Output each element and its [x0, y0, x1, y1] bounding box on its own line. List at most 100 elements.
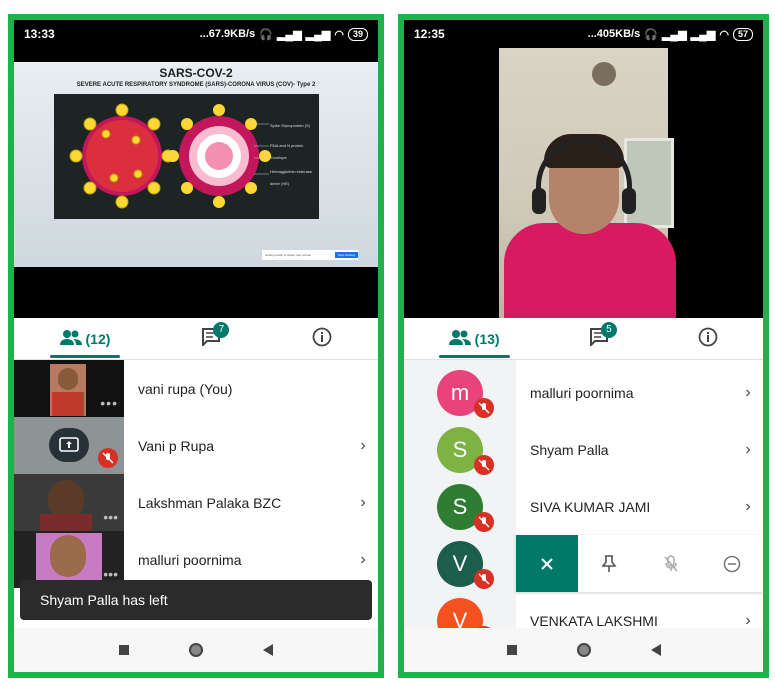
tab-info[interactable] — [688, 318, 728, 360]
signal-icon: ▂▄▆ — [276, 28, 302, 41]
back-icon[interactable] — [650, 644, 661, 656]
chat-badge: 5 — [600, 321, 617, 338]
virus-cross-section-icon — [167, 104, 271, 208]
chat-badge: 7 — [213, 321, 230, 338]
participant-row[interactable]: ••• Lakshman Palaka BZC › — [14, 474, 378, 531]
tab-people[interactable]: (12) — [49, 318, 121, 360]
left-screenshot-frame: 13:33 ...67.9KB/s 🎧 ▂▄▆ ▂▄▆ ◠ 39 SARS-CO… — [8, 14, 384, 678]
present-screen-icon — [49, 428, 89, 462]
chevron-right-icon[interactable]: › — [733, 384, 763, 402]
speaker-video[interactable] — [404, 48, 763, 318]
participant-video-thumb: ••• — [14, 474, 124, 531]
participant-row[interactable]: ••• vani rupa (You) — [14, 360, 378, 417]
virus-image: Spike Glycoprotein (S) RNA and N protein… — [54, 94, 319, 219]
signal-icon-2: ▂▄▆ — [305, 28, 331, 41]
people-icon — [59, 329, 82, 348]
participant-actions-bar — [516, 535, 763, 592]
slide-title: SARS-COV-2 — [159, 66, 233, 80]
status-bar: 12:35 ...405KB/s 🎧 ▂▄▆ ▂▄▆ ◠ 57 — [404, 20, 763, 48]
mute-button[interactable] — [640, 554, 702, 573]
pin-button[interactable] — [578, 554, 640, 573]
battery-icon: 57 — [732, 27, 753, 41]
status-icons: ...405KB/s 🎧 ▂▄▆ ▂▄▆ ◠ 57 — [587, 27, 753, 41]
participant-row[interactable]: S Shyam Palla › — [404, 421, 763, 478]
chevron-right-icon[interactable]: › — [733, 441, 763, 459]
participant-name: Shyam Palla — [530, 441, 609, 458]
android-nav-bar — [404, 628, 763, 672]
home-icon[interactable] — [576, 643, 591, 657]
participant-row[interactable]: S SIVA KUMAR JAMI › — [404, 478, 763, 535]
avatar: V — [437, 597, 483, 628]
close-icon — [541, 557, 553, 570]
remove-button[interactable] — [701, 555, 763, 573]
participant-name: SIVA KUMAR JAMI — [530, 498, 651, 515]
mic-off-icon — [98, 448, 118, 468]
slide-label: Hemagglutinin esterase dimer (HE) — [270, 169, 313, 186]
slide-label: Envelope — [270, 155, 287, 160]
mic-off-icon — [663, 554, 678, 571]
speaker-body — [504, 223, 676, 318]
left-phone-screen: 13:33 ...67.9KB/s 🎧 ▂▄▆ ▂▄▆ ◠ 39 SARS-CO… — [14, 20, 378, 672]
right-screenshot-frame: 12:35 ...405KB/s 🎧 ▂▄▆ ▂▄▆ ◠ 57 (13) 5 m… — [398, 14, 769, 678]
mic-off-icon — [474, 398, 494, 418]
remove-circle-icon — [723, 555, 741, 572]
participant-name: vani rupa (You) — [138, 380, 233, 397]
participant-row[interactable]: V VENKATA LAKSHMI › — [404, 592, 763, 628]
slide-label: RNA and N protein — [270, 143, 304, 148]
signal-icon-2: ▂▄▆ — [690, 28, 716, 41]
mic-off-icon — [474, 512, 494, 532]
slide-subtitle: SEVERE ACUTE RESPIRATORY SYNDROME (SARS)… — [76, 82, 316, 88]
info-icon — [312, 327, 332, 350]
info-icon — [698, 327, 718, 350]
battery-icon: 39 — [347, 27, 368, 41]
chevron-right-icon[interactable]: › — [348, 494, 378, 512]
right-phone-screen: 12:35 ...405KB/s 🎧 ▂▄▆ ▂▄▆ ◠ 57 (13) 5 m… — [404, 20, 763, 672]
android-nav-bar — [14, 628, 378, 672]
network-speed: ...405KB/s — [587, 28, 641, 40]
participant-list: m malluri poornima › S Shyam Palla › S S… — [404, 360, 763, 628]
more-options-icon[interactable]: ••• — [100, 395, 118, 411]
signal-icon: ▂▄▆ — [661, 28, 687, 41]
mic-off-icon — [474, 455, 494, 475]
participant-name: malluri poornima — [530, 384, 634, 401]
back-icon[interactable] — [263, 644, 273, 656]
share-notice-text: Getting ready to share your screen — [265, 253, 312, 257]
stop-sharing-button[interactable]: Stop sharing — [335, 252, 358, 258]
tab-people[interactable]: (13) — [438, 318, 510, 360]
tab-chat[interactable]: 5 — [579, 318, 619, 360]
participant-row[interactable]: m malluri poornima › — [404, 364, 763, 421]
virus-left-icon — [69, 103, 175, 209]
tab-info[interactable] — [302, 318, 342, 360]
people-count: (12) — [85, 330, 111, 347]
participant-name: Lakshman Palaka BZC — [138, 494, 282, 511]
participant-name: VENKATA LAKSHMI — [530, 612, 658, 629]
chevron-right-icon[interactable]: › — [733, 612, 763, 629]
participant-row[interactable]: V — [404, 535, 763, 592]
wifi-icon: ◠ — [719, 28, 729, 41]
chevron-right-icon[interactable]: › — [733, 498, 763, 516]
close-actions-button[interactable] — [516, 535, 578, 592]
shared-screen-video[interactable]: SARS-COV-2 SEVERE ACUTE RESPIRATORY SYND… — [14, 48, 378, 318]
wifi-icon: ◠ — [334, 28, 344, 41]
participant-row[interactable]: Vani p Rupa › — [14, 417, 378, 474]
home-icon[interactable] — [189, 643, 203, 657]
snackbar-toast: Shyam Palla has left — [20, 580, 372, 620]
tab-bar: (12) 7 — [14, 318, 378, 360]
more-options-icon[interactable]: ••• — [103, 509, 118, 525]
tab-chat[interactable]: 7 — [191, 318, 231, 360]
participant-video-thumb: ••• — [14, 360, 124, 417]
participant-presenting-thumb — [14, 417, 124, 474]
recents-icon[interactable] — [506, 645, 517, 655]
chevron-right-icon[interactable]: › — [348, 551, 378, 569]
status-bar: 13:33 ...67.9KB/s 🎧 ▂▄▆ ▂▄▆ ◠ 39 — [14, 20, 378, 48]
people-icon — [448, 329, 471, 348]
headphone-ear-right — [622, 188, 636, 214]
share-notice-bar: Getting ready to share your screen Stop … — [262, 250, 358, 260]
participant-name: Vani p Rupa — [138, 437, 215, 454]
headphone-ear-left — [532, 188, 546, 214]
chevron-right-icon[interactable]: › — [348, 437, 378, 455]
headphones-icon: 🎧 — [644, 28, 658, 41]
ceiling-lamp — [592, 62, 616, 86]
recents-icon[interactable] — [119, 645, 129, 655]
network-speed: ...67.9KB/s — [199, 28, 256, 40]
